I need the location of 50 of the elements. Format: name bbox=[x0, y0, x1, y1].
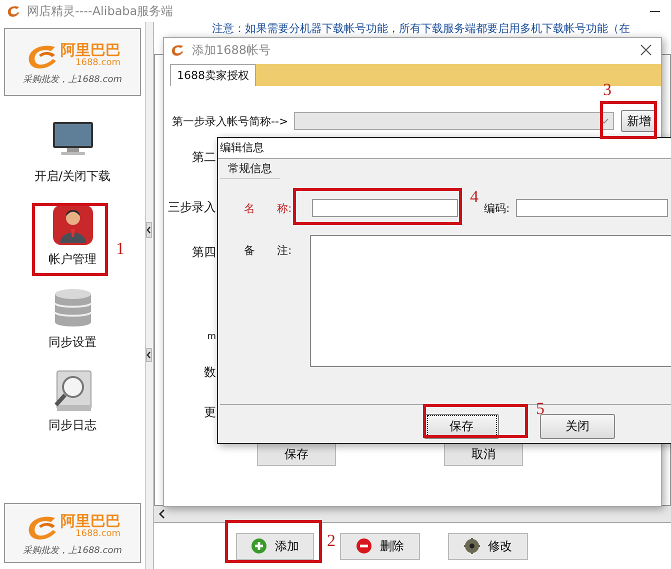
sidebar-item[interactable]: 开启/关闭下载 bbox=[34, 168, 111, 185]
horizontal-scrollbar[interactable] bbox=[154, 506, 671, 522]
save-button[interactable]: 保存 bbox=[257, 442, 336, 466]
group-title: 常规信息 bbox=[220, 159, 280, 179]
close-button[interactable]: 关闭 bbox=[540, 414, 615, 439]
person-icon[interactable] bbox=[50, 203, 94, 247]
collapse-handle[interactable] bbox=[146, 222, 152, 238]
step-label: 第一步录入帐号简称--> bbox=[172, 114, 288, 128]
minus-icon bbox=[356, 538, 372, 554]
add-button[interactable]: 添加 bbox=[236, 532, 314, 560]
notice-text: 注意：如果需要分机器下载帐号功能，所有下载服务端都要启用多机下载帐号功能（在 bbox=[211, 22, 631, 36]
notes-field[interactable] bbox=[310, 235, 671, 367]
dialog-title: 编辑信息 bbox=[218, 138, 671, 159]
cancel-button[interactable]: 取消 bbox=[444, 442, 523, 466]
step-number: 1 bbox=[116, 240, 124, 258]
field-label: 名 称: bbox=[244, 200, 293, 216]
sidebar-item[interactable]: 帐户管理 bbox=[48, 251, 96, 268]
dialog-title: 添加1688帐号 bbox=[192, 42, 271, 58]
field-label: 第二 bbox=[192, 150, 216, 164]
delete-button[interactable]: 删除 bbox=[340, 532, 420, 560]
input-field[interactable] bbox=[516, 199, 668, 217]
field-label: 更 bbox=[204, 405, 216, 419]
input-field[interactable] bbox=[312, 199, 458, 217]
logo-brand-text: 阿里巴巴 bbox=[60, 512, 120, 528]
step-number: 3 bbox=[603, 81, 612, 99]
add-new-button[interactable]: 新增 bbox=[621, 110, 657, 132]
sidebar-item[interactable]: 同步设置 bbox=[48, 334, 96, 351]
caret-icon bbox=[599, 118, 609, 124]
collapse-handle[interactable] bbox=[146, 348, 152, 362]
logo-domain-text: 1688.com bbox=[76, 528, 120, 538]
step-number: 4 bbox=[470, 188, 478, 206]
plus-icon bbox=[251, 538, 267, 554]
edit-button[interactable]: 修改 bbox=[448, 532, 528, 560]
field-label: 数 bbox=[204, 365, 216, 379]
step-number: 2 bbox=[327, 532, 336, 550]
gear-icon bbox=[464, 538, 480, 554]
field-label: 编码: bbox=[484, 200, 510, 216]
field-label: 备 注: bbox=[244, 243, 293, 258]
tab[interactable]: 1688卖家授权 bbox=[171, 64, 256, 86]
logo-slogan-text: 采购批发，上1688.com bbox=[23, 544, 122, 556]
close-icon[interactable] bbox=[639, 43, 653, 57]
logo-slogan-text: 采购批发，上1688.com bbox=[23, 74, 122, 86]
logo-brand-text: 阿里巴巴 bbox=[60, 42, 120, 58]
annotation-box bbox=[600, 101, 657, 139]
field-label: 三步录入 bbox=[168, 200, 216, 214]
sidebar-item[interactable]: 同步日志 bbox=[48, 417, 96, 434]
logo-domain-text: 1688.com bbox=[76, 58, 120, 68]
window-title: 网店精灵----Alibaba服务端 bbox=[27, 2, 174, 20]
field-label: m bbox=[207, 331, 216, 344]
field-label: 第四 bbox=[192, 245, 216, 259]
